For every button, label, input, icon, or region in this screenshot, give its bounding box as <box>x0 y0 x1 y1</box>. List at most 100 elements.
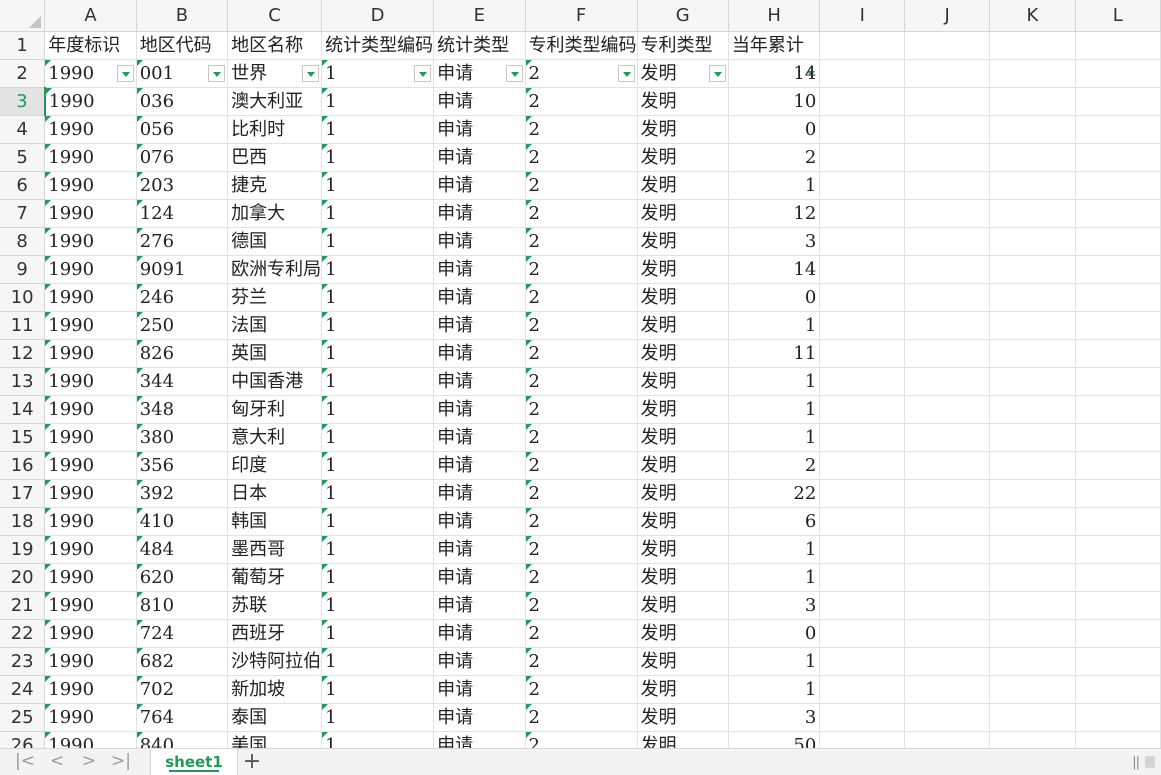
cell-e14[interactable]: 申请 <box>433 395 526 424</box>
cell-d21[interactable]: 1 <box>321 591 435 620</box>
cell-h2[interactable]: 14 <box>728 59 821 88</box>
cell-c24[interactable]: 新加坡 <box>227 675 323 704</box>
cell-l14[interactable] <box>1075 395 1161 424</box>
first-sheet-icon[interactable]: |< <box>14 751 36 771</box>
horizontal-scrollbar[interactable] <box>1145 756 1155 768</box>
cell-c9[interactable]: 欧洲专利局 <box>227 255 323 284</box>
cell-e6[interactable]: 申请 <box>433 171 526 200</box>
cell-l4[interactable] <box>1075 115 1161 144</box>
row-header-12[interactable]: 12 <box>0 339 46 368</box>
row-header-5[interactable]: 5 <box>0 143 46 172</box>
cell-a26[interactable]: 1990 <box>44 731 137 748</box>
cell-h19[interactable]: 1 <box>728 535 821 564</box>
cell-j9[interactable] <box>904 255 991 284</box>
column-header-h[interactable]: H <box>728 0 821 32</box>
cell-g13[interactable]: 发明 <box>637 367 729 396</box>
row-header-6[interactable]: 6 <box>0 171 46 200</box>
cell-b20[interactable]: 620 <box>136 563 229 592</box>
cell-j16[interactable] <box>904 451 991 480</box>
filter-dropdown-icon[interactable] <box>505 65 523 82</box>
cell-h17[interactable]: 22 <box>728 479 821 508</box>
column-header-f[interactable]: F <box>525 0 638 32</box>
cell-f7[interactable]: 2 <box>525 199 638 228</box>
cell-h1[interactable]: 当年累计 <box>728 31 821 60</box>
cell-e15[interactable]: 申请 <box>433 423 526 452</box>
cell-f25[interactable]: 2 <box>525 703 638 732</box>
cell-h6[interactable]: 1 <box>728 171 821 200</box>
cell-k7[interactable] <box>989 199 1076 228</box>
cell-j22[interactable] <box>904 619 991 648</box>
column-header-c[interactable]: C <box>227 0 323 32</box>
cell-g20[interactable]: 发明 <box>637 563 729 592</box>
cell-f17[interactable]: 2 <box>525 479 638 508</box>
filter-dropdown-icon[interactable] <box>302 65 320 82</box>
cell-k22[interactable] <box>989 619 1076 648</box>
cell-d13[interactable]: 1 <box>321 367 435 396</box>
cell-d9[interactable]: 1 <box>321 255 435 284</box>
cell-i21[interactable] <box>819 591 906 620</box>
cell-j11[interactable] <box>904 311 991 340</box>
cell-l21[interactable] <box>1075 591 1161 620</box>
cell-l6[interactable] <box>1075 171 1161 200</box>
cell-f8[interactable]: 2 <box>525 227 638 256</box>
cell-l17[interactable] <box>1075 479 1161 508</box>
cell-j26[interactable] <box>904 731 991 748</box>
cell-l18[interactable] <box>1075 507 1161 536</box>
cell-j1[interactable] <box>904 31 991 60</box>
cell-l25[interactable] <box>1075 703 1161 732</box>
cell-d23[interactable]: 1 <box>321 647 435 676</box>
cell-l3[interactable] <box>1075 87 1161 116</box>
cell-c5[interactable]: 巴西 <box>227 143 323 172</box>
cell-k26[interactable] <box>989 731 1076 748</box>
cell-h7[interactable]: 12 <box>728 199 821 228</box>
cell-g7[interactable]: 发明 <box>637 199 729 228</box>
cell-i12[interactable] <box>819 339 906 368</box>
cell-b2[interactable]: 001 <box>136 59 229 88</box>
cell-i3[interactable] <box>819 87 906 116</box>
cell-h26[interactable]: 50 <box>728 731 821 748</box>
cell-h18[interactable]: 6 <box>728 507 821 536</box>
row-header-19[interactable]: 19 <box>0 535 46 564</box>
cell-d14[interactable]: 1 <box>321 395 435 424</box>
cell-k4[interactable] <box>989 115 1076 144</box>
cell-g25[interactable]: 发明 <box>637 703 729 732</box>
cell-l16[interactable] <box>1075 451 1161 480</box>
cell-k10[interactable] <box>989 283 1076 312</box>
cell-d11[interactable]: 1 <box>321 311 435 340</box>
row-header-25[interactable]: 25 <box>0 703 46 732</box>
cell-f21[interactable]: 2 <box>525 591 638 620</box>
cell-h3[interactable]: 10 <box>728 87 821 116</box>
column-header-b[interactable]: B <box>136 0 229 32</box>
column-header-g[interactable]: G <box>637 0 729 32</box>
cell-d17[interactable]: 1 <box>321 479 435 508</box>
row-header-14[interactable]: 14 <box>0 395 46 424</box>
cell-d6[interactable]: 1 <box>321 171 435 200</box>
cell-f16[interactable]: 2 <box>525 451 638 480</box>
cell-e8[interactable]: 申请 <box>433 227 526 256</box>
cell-f11[interactable]: 2 <box>525 311 638 340</box>
cell-b8[interactable]: 276 <box>136 227 229 256</box>
cell-c11[interactable]: 法国 <box>227 311 323 340</box>
cell-i26[interactable] <box>819 731 906 748</box>
cell-e20[interactable]: 申请 <box>433 563 526 592</box>
cell-g23[interactable]: 发明 <box>637 647 729 676</box>
cell-g16[interactable]: 发明 <box>637 451 729 480</box>
cell-g6[interactable]: 发明 <box>637 171 729 200</box>
cell-g22[interactable]: 发明 <box>637 619 729 648</box>
cell-f20[interactable]: 2 <box>525 563 638 592</box>
cell-k18[interactable] <box>989 507 1076 536</box>
cell-c21[interactable]: 苏联 <box>227 591 323 620</box>
cell-c23[interactable]: 沙特阿拉伯 <box>227 647 323 676</box>
cell-j4[interactable] <box>904 115 991 144</box>
cell-l26[interactable] <box>1075 731 1161 748</box>
cell-j14[interactable] <box>904 395 991 424</box>
cell-a20[interactable]: 1990 <box>44 563 137 592</box>
row-header-21[interactable]: 21 <box>0 591 46 620</box>
row-header-11[interactable]: 11 <box>0 311 46 340</box>
cell-j5[interactable] <box>904 143 991 172</box>
cell-b17[interactable]: 392 <box>136 479 229 508</box>
cell-a8[interactable]: 1990 <box>44 227 137 256</box>
cell-b9[interactable]: 9091 <box>136 255 229 284</box>
cell-j17[interactable] <box>904 479 991 508</box>
cell-h5[interactable]: 2 <box>728 143 821 172</box>
